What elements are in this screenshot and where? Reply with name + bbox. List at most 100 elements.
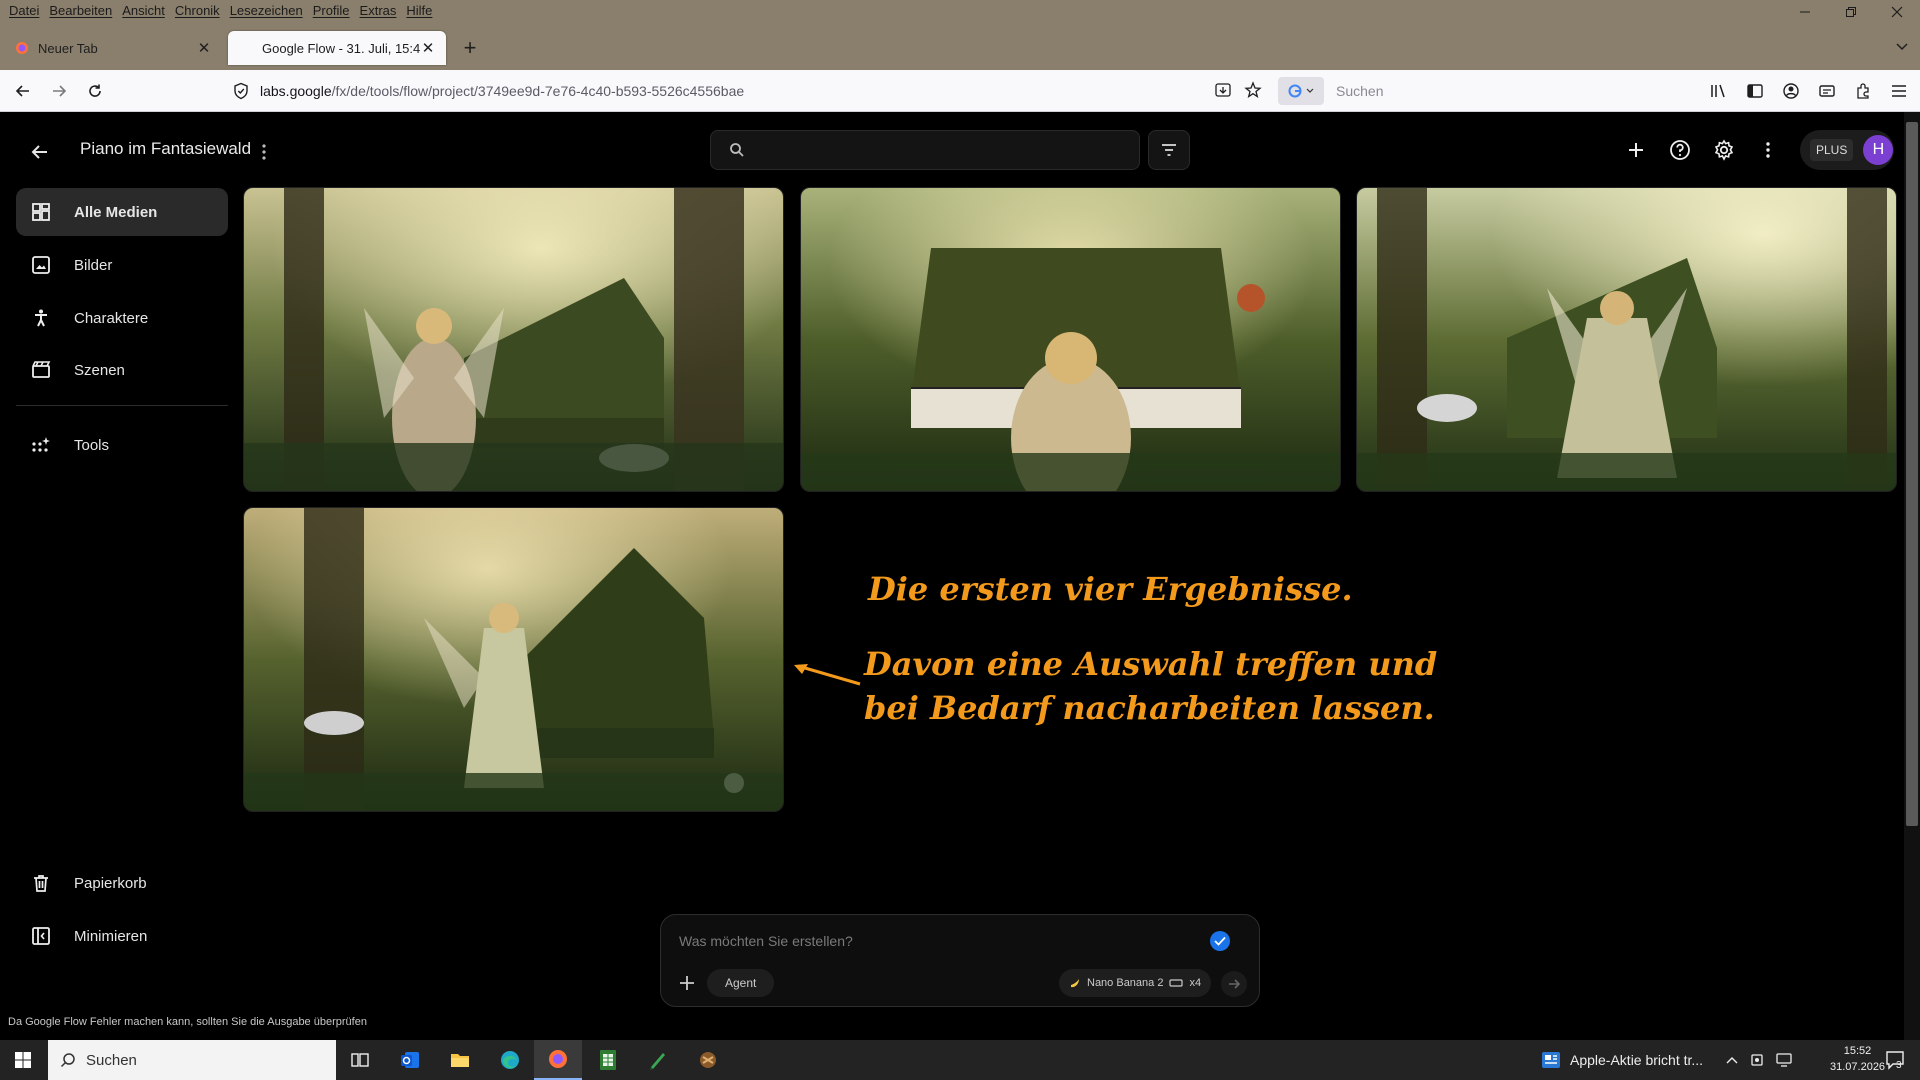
filter-icon (1162, 144, 1176, 156)
library-button[interactable] (1704, 78, 1734, 104)
windows-logo-icon (15, 1052, 31, 1068)
account-button[interactable] (1776, 78, 1806, 104)
sidebar-item-szenen[interactable]: Szenen (16, 346, 228, 394)
windows-taskbar: Suchen Apple-Aktie bricht tr... 15:52 31… (0, 1040, 1920, 1080)
start-button[interactable] (0, 1040, 46, 1080)
tab-close-button[interactable]: ✕ (420, 39, 436, 57)
sidebar-item-label: Minimieren (74, 927, 148, 945)
account-plan-pill[interactable]: PLUS H (1800, 130, 1894, 170)
menu-hilfe[interactable]: Hilfe (401, 0, 437, 22)
media-card-2[interactable] (800, 187, 1341, 492)
taskbar-news-widget[interactable]: Apple-Aktie bricht tr... (1540, 1040, 1703, 1080)
sidebar-item-minimieren[interactable]: Minimieren (16, 912, 228, 960)
menu-profile[interactable]: Profile (308, 0, 355, 22)
filter-button[interactable] (1148, 130, 1190, 170)
model-label: Nano Banana 2 (1087, 977, 1164, 989)
annotation-line-1: Die ersten vier Ergebnisse. (868, 570, 1353, 608)
agent-toggle[interactable]: Agent (707, 969, 775, 997)
plus-icon (680, 976, 694, 990)
firefox-icon (549, 1050, 567, 1068)
menu-datei[interactable]: Datei (4, 0, 44, 22)
taskbar-outlook[interactable] (386, 1040, 434, 1080)
back-button[interactable] (10, 79, 36, 103)
new-tab-button[interactable]: + (458, 35, 482, 60)
search-engine-selector[interactable] (1278, 77, 1324, 105)
url-domain: labs.google (260, 83, 332, 99)
banana-icon (1071, 979, 1079, 988)
prompt-check-toggle[interactable] (1210, 931, 1230, 951)
close-window-button[interactable] (1874, 0, 1920, 24)
prompt-composer: Was möchten Sie erstellen? Agent Nano Ba… (660, 914, 1260, 1007)
taskbar-clock[interactable]: 15:52 31.07.2026 (1830, 1043, 1885, 1075)
avatar[interactable]: H (1863, 135, 1894, 165)
project-options-button[interactable] (256, 138, 272, 166)
menu-chronik[interactable]: Chronik (170, 0, 225, 22)
tab-google-flow[interactable]: Google Flow - 31. Juli, 15:47 ✕ (228, 31, 446, 65)
network-icon[interactable] (1776, 1053, 1792, 1067)
taskbar-spreadsheet-app[interactable] (584, 1040, 632, 1080)
sidebar-item-label: Tools (74, 436, 110, 454)
tab-new-tab[interactable]: Neuer Tab ✕ (4, 31, 222, 65)
more-options-button[interactable] (1752, 134, 1784, 166)
site-info-icon[interactable] (232, 82, 250, 100)
search-icon (730, 143, 744, 157)
menu-ansicht[interactable]: Ansicht (117, 0, 170, 22)
sidebar-item-tools[interactable]: Tools (16, 421, 228, 469)
menu-lesezeichen[interactable]: Lesezeichen (225, 0, 308, 22)
plan-badge: PLUS (1810, 139, 1854, 161)
chevron-up-icon[interactable] (1726, 1056, 1738, 1064)
output-count: x4 (1189, 977, 1202, 989)
taskbar-search[interactable]: Suchen (48, 1040, 336, 1080)
sidebar-toggle-button[interactable] (1740, 78, 1770, 104)
device-icon[interactable] (1750, 1053, 1764, 1067)
reader-save-icon[interactable] (1214, 81, 1232, 99)
hamburger-menu-icon (1892, 85, 1906, 97)
menu-extras[interactable]: Extras (355, 0, 402, 22)
sidebar-item-label: Szenen (74, 361, 125, 379)
scrollbar-thumb[interactable] (1906, 122, 1918, 826)
sidebar-item-alle-medien[interactable]: Alle Medien (16, 188, 228, 236)
app-menu-button[interactable] (1884, 78, 1914, 104)
model-selector[interactable]: Nano Banana 2 x4 (1059, 969, 1212, 997)
media-card-4[interactable] (243, 507, 784, 812)
sidebar-divider (16, 405, 228, 406)
tab-title: Neuer Tab (38, 40, 98, 56)
tab-manager-button[interactable] (1812, 78, 1842, 104)
add-button[interactable] (1620, 134, 1652, 166)
taskbar-search-label: Suchen (86, 1051, 137, 1069)
taskbar-file-explorer[interactable] (436, 1040, 484, 1080)
project-title[interactable]: Piano im Fantasiewald (80, 139, 251, 159)
add-media-button[interactable] (675, 971, 699, 995)
task-view-button[interactable] (336, 1040, 384, 1080)
send-button[interactable] (1221, 971, 1247, 997)
sidebar-item-papierkorb[interactable]: Papierkorb (16, 859, 228, 907)
web-search-box[interactable]: Suchen (1278, 76, 1578, 106)
sidebar-item-charaktere[interactable]: Charaktere (16, 294, 228, 342)
list-all-tabs-button[interactable] (1896, 38, 1908, 54)
prompt-input[interactable]: Was möchten Sie erstellen? (679, 933, 853, 949)
taskbar-pen-app[interactable] (634, 1040, 682, 1080)
menu-bearbeiten[interactable]: Bearbeiten (44, 0, 117, 22)
taskbar-edge[interactable] (486, 1040, 534, 1080)
settings-button[interactable] (1708, 134, 1740, 166)
notification-center-button[interactable]: 3 (1880, 1040, 1912, 1080)
taskbar-firefox[interactable] (534, 1040, 582, 1080)
account-icon (1783, 83, 1799, 99)
forward-button[interactable] (46, 79, 72, 103)
help-button[interactable] (1664, 134, 1696, 166)
navigation-toolbar: labs.google/fx/de/tools/flow/project/374… (0, 70, 1920, 112)
media-card-3[interactable] (1356, 187, 1897, 492)
media-search-input[interactable] (710, 130, 1140, 170)
annotation-line-3: bei Bedarf nacharbeiten lassen. (864, 689, 1435, 727)
sidebar-item-bilder[interactable]: Bilder (16, 241, 228, 289)
back-to-projects-button[interactable] (26, 138, 54, 166)
tab-close-button[interactable]: ✕ (196, 39, 212, 57)
taskbar-game-app[interactable] (684, 1040, 732, 1080)
reload-button[interactable] (82, 79, 108, 103)
chevron-down-icon (1306, 88, 1314, 93)
media-card-1[interactable] (243, 187, 784, 492)
minimize-window-button[interactable] (1782, 0, 1828, 24)
restore-window-button[interactable] (1828, 0, 1874, 24)
bookmark-star-icon[interactable] (1244, 81, 1262, 99)
extensions-button[interactable] (1848, 78, 1878, 104)
